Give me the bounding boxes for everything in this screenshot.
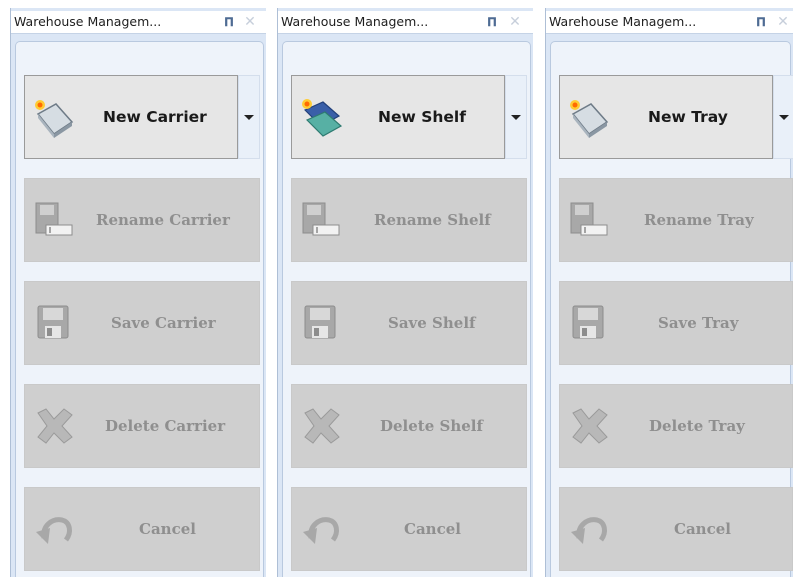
panel-title: Warehouse Managem...	[14, 14, 162, 29]
save-disk-icon	[572, 305, 604, 339]
new-tray-dropdown[interactable]	[773, 75, 793, 159]
new-item-icon	[570, 100, 609, 138]
rename-button-label: Rename Shelf	[374, 211, 491, 229]
save-button-label: Save Shelf	[388, 314, 476, 332]
new-button-label: New Carrier	[103, 108, 207, 126]
save-button-label: Save Carrier	[111, 314, 216, 332]
save-tray-button[interactable]: Save Tray	[559, 281, 793, 365]
chevron-down-icon	[779, 115, 789, 120]
undo-arrow-icon	[36, 517, 72, 544]
cancel-button[interactable]: Cancel	[291, 487, 527, 571]
chevron-down-icon	[511, 115, 521, 120]
delete-button-label: Delete Carrier	[105, 417, 226, 435]
panel-body: New Tray Rename Tray Save Tray Delete Tr…	[550, 41, 793, 577]
panel-title: Warehouse Managem...	[549, 14, 697, 29]
pin-icon[interactable]: 𝚷	[754, 11, 768, 33]
cancel-button[interactable]: Cancel	[559, 487, 793, 571]
panel-body: New Shelf Rename Shelf Save Shelf Delete…	[282, 41, 531, 577]
new-tray-button[interactable]: New Tray	[559, 75, 773, 159]
new-item-icon	[35, 100, 74, 138]
save-button-label: Save Tray	[658, 314, 739, 332]
close-icon[interactable]: ✕	[243, 11, 257, 33]
panel-carrier: Warehouse Managem... 𝚷 ✕ New Carrier Ren…	[10, 8, 266, 577]
panel-tray: Warehouse Managem... 𝚷 ✕ New Tray Rename…	[545, 8, 793, 577]
chevron-down-icon	[244, 115, 254, 120]
delete-button-label: Delete Tray	[649, 417, 745, 435]
panel-titlebar: Warehouse Managem... 𝚷 ✕	[11, 11, 266, 34]
new-item-icon	[302, 99, 343, 137]
panel-titlebar: Warehouse Managem... 𝚷 ✕	[546, 11, 793, 34]
rename-button-label: Rename Tray	[644, 211, 754, 229]
pin-icon[interactable]: 𝚷	[222, 11, 236, 33]
undo-arrow-icon	[303, 517, 339, 544]
new-carrier-dropdown[interactable]	[238, 75, 260, 159]
close-icon[interactable]: ✕	[508, 11, 522, 33]
save-disk-icon	[37, 305, 69, 339]
new-shelf-dropdown[interactable]	[505, 75, 527, 159]
pin-icon[interactable]: 𝚷	[485, 11, 499, 33]
new-button-label: New Tray	[648, 108, 728, 126]
save-disk-icon	[304, 305, 336, 339]
undo-arrow-icon	[571, 517, 607, 544]
panel-titlebar: Warehouse Managem... 𝚷 ✕	[278, 11, 533, 34]
panel-title: Warehouse Managem...	[281, 14, 429, 29]
rename-shelf-button[interactable]: Rename Shelf	[291, 178, 527, 262]
rename-icon	[570, 202, 608, 236]
rename-icon	[302, 202, 340, 236]
delete-button-label: Delete Shelf	[380, 417, 483, 435]
cancel-button[interactable]: Cancel	[24, 487, 260, 571]
save-carrier-button[interactable]: Save Carrier	[24, 281, 260, 365]
panel-body: New Carrier Rename Carrier Save Carrier	[15, 41, 264, 577]
new-carrier-button[interactable]: New Carrier	[24, 75, 238, 159]
rename-button-label: Rename Carrier	[96, 211, 230, 229]
panel-shelf: Warehouse Managem... 𝚷 ✕ New Shelf Renam	[277, 8, 533, 577]
rename-icon	[35, 202, 73, 236]
cancel-button-label: Cancel	[404, 520, 461, 538]
delete-x-icon	[304, 408, 340, 444]
rename-tray-button[interactable]: Rename Tray	[559, 178, 793, 262]
cancel-button-label: Cancel	[139, 520, 196, 538]
close-icon[interactable]: ✕	[776, 11, 790, 33]
new-shelf-button[interactable]: New Shelf	[291, 75, 505, 159]
delete-x-icon	[572, 408, 608, 444]
delete-carrier-button[interactable]: Delete Carrier	[24, 384, 260, 468]
delete-tray-button[interactable]: Delete Tray	[559, 384, 793, 468]
delete-shelf-button[interactable]: Delete Shelf	[291, 384, 527, 468]
save-shelf-button[interactable]: Save Shelf	[291, 281, 527, 365]
delete-x-icon	[37, 408, 73, 444]
rename-carrier-button[interactable]: Rename Carrier	[24, 178, 260, 262]
new-button-label: New Shelf	[378, 108, 466, 126]
cancel-button-label: Cancel	[674, 520, 731, 538]
